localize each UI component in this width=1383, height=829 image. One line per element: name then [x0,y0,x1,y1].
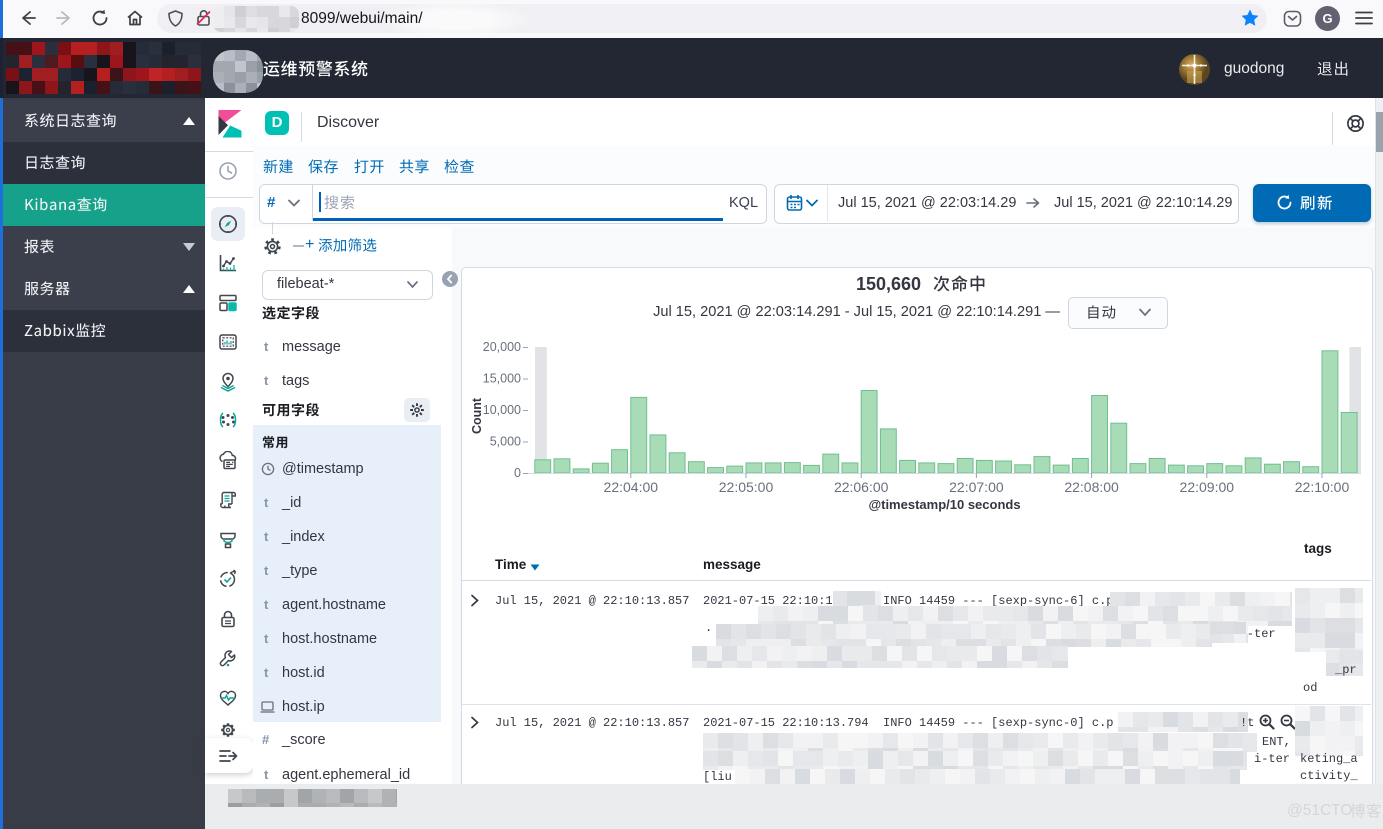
svg-text:5,000: 5,000 [490,435,521,449]
svg-text:22:08:00: 22:08:00 [1064,479,1119,495]
svg-text:22:06:00: 22:06:00 [834,479,889,495]
svg-text:10,000: 10,000 [483,403,521,417]
svg-text:22:07:00: 22:07:00 [949,479,1004,495]
svg-text:22:05:00: 22:05:00 [719,479,774,495]
svg-text:22:04:00: 22:04:00 [604,479,659,495]
svg-text:22:10:00: 22:10:00 [1295,479,1350,495]
svg-text:0: 0 [514,466,521,480]
svg-text:20,000: 20,000 [483,340,521,354]
svg-text:22:09:00: 22:09:00 [1180,479,1235,495]
svg-text:15,000: 15,000 [483,372,521,386]
